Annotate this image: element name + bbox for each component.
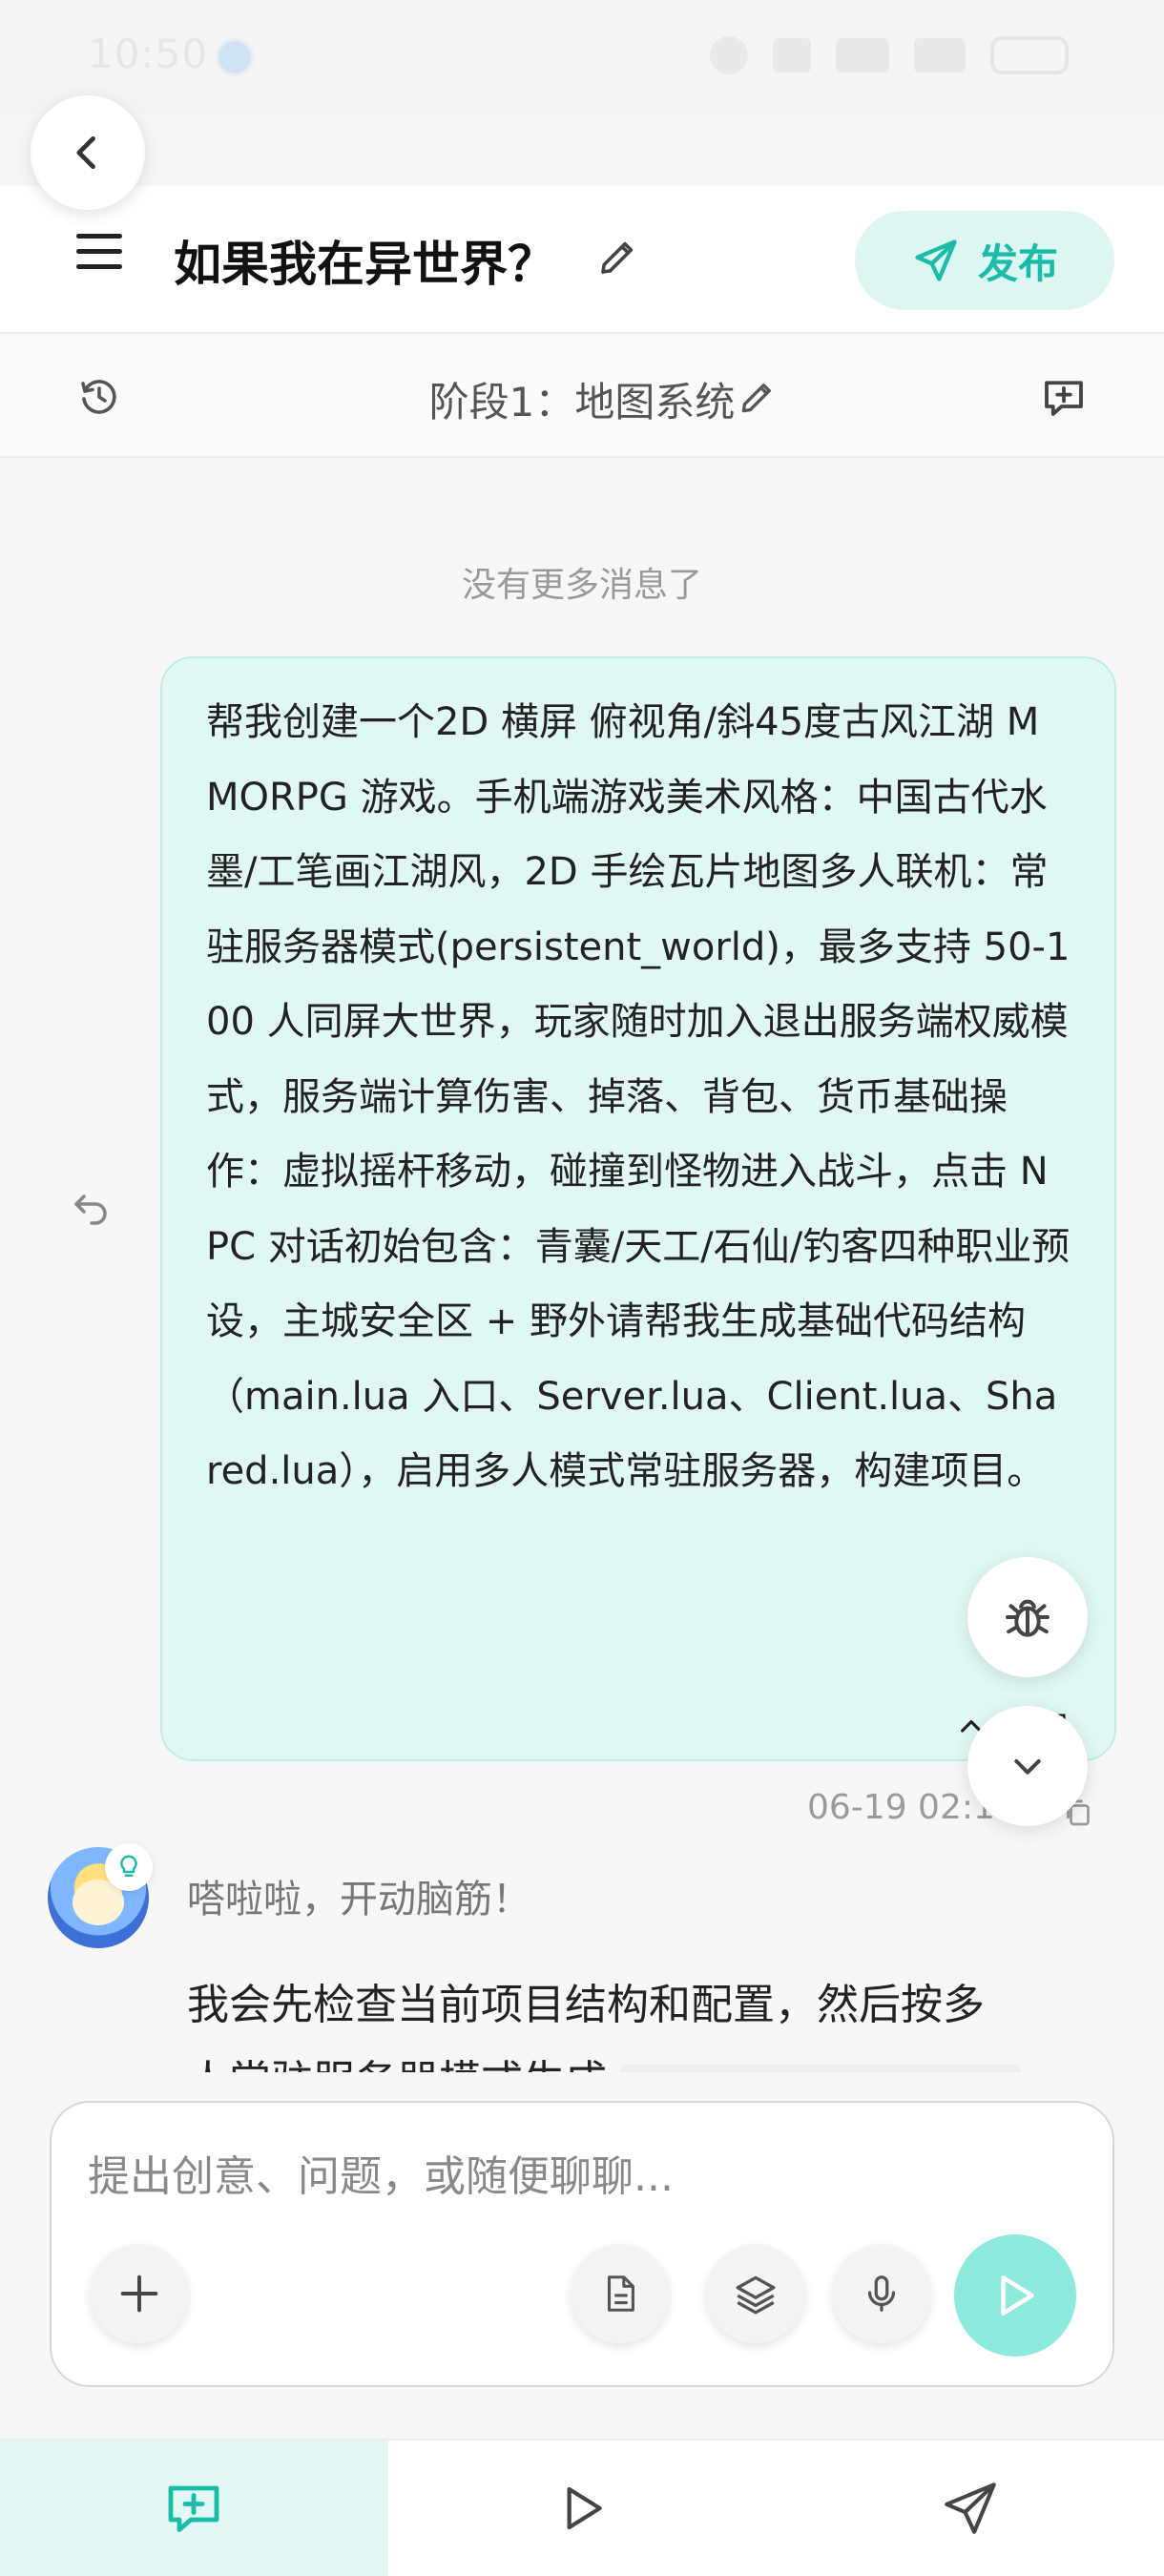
header: 如果我在异世界？ 发布 (0, 186, 1164, 334)
chevron-left-icon (76, 135, 95, 170)
page-title: 如果我在异世界？ (174, 237, 555, 292)
ai-reply-text: 我会先检查当前项目结构和配置，然后按多 人常驻服务器模式生成 (187, 1967, 1084, 2072)
file-button[interactable] (571, 2244, 670, 2343)
battery-icon (990, 36, 1069, 74)
bottom-nav (0, 2439, 1164, 2576)
bug-report-button[interactable] (967, 1557, 1088, 1677)
file-icon (607, 2275, 634, 2312)
ai-reply-line: 人常驻服务器模式生成 (187, 2057, 607, 2072)
user-message-text: 帮我创建一个2D 横屏 俯视角/斜45度古风江湖 MMORPG 游戏。手机端游戏… (206, 700, 1070, 1493)
menu-icon[interactable] (76, 234, 122, 280)
ai-reply-line-wrap: 人常驻服务器模式生成 (187, 2044, 1084, 2072)
nav-publish-tab[interactable] (776, 2441, 1164, 2576)
pencil-icon[interactable] (737, 376, 779, 418)
no-more-messages: 没有更多消息了 (461, 566, 702, 605)
bug-icon (1006, 1599, 1050, 1637)
status-bar: 10:50 (0, 0, 1164, 114)
chat-plus-icon[interactable] (1038, 372, 1090, 424)
status-icons (710, 36, 1069, 74)
ai-status-text: 嗒啦啦，开动脑筋！ (187, 1878, 530, 1922)
play-icon (1001, 2275, 1034, 2316)
layers-button[interactable] (706, 2244, 805, 2343)
ai-reply-line: 我会先检查当前项目结构和配置，然后按多 (187, 1981, 985, 2029)
publish-label: 发布 (977, 239, 1058, 287)
chevron-down-icon (1014, 1759, 1041, 1775)
send-button[interactable] (954, 2234, 1076, 2357)
message-input[interactable] (88, 2143, 1042, 2210)
paper-plane-icon (944, 2483, 996, 2534)
stage-bar: 阶段1：地图系统 (0, 334, 1164, 458)
undo-icon[interactable] (69, 1185, 114, 1231)
signal-icon (914, 38, 966, 73)
scroll-down-button[interactable] (967, 1706, 1088, 1826)
status-time: 10:50 (88, 31, 209, 77)
stage-title[interactable]: 阶段1：地图系统 (0, 370, 1164, 428)
message-timestamp: 06-19 02:1 (807, 1788, 995, 1827)
play-icon (567, 2486, 602, 2530)
back-button[interactable] (31, 95, 145, 210)
code-chip (620, 2065, 1021, 2072)
composer (50, 2101, 1114, 2387)
vibrate-icon (773, 38, 811, 73)
app-notification-icon (216, 38, 254, 76)
microphone-icon (867, 2275, 896, 2312)
layers-icon (736, 2275, 776, 2315)
lightbulb-icon (120, 1855, 137, 1877)
pencil-icon[interactable] (595, 234, 641, 280)
microphone-button[interactable] (832, 2244, 931, 2343)
alarm-icon (710, 36, 748, 74)
publish-button[interactable]: 发布 (855, 211, 1114, 310)
nav-chat-tab[interactable] (0, 2441, 388, 2576)
nav-run-tab[interactable] (388, 2441, 777, 2576)
wifi-icon (836, 38, 889, 73)
lightbulb-badge (105, 1843, 153, 1891)
add-button[interactable] (90, 2244, 189, 2343)
plus-icon (120, 2275, 158, 2313)
paper-plane-icon (915, 239, 957, 281)
chat-plus-icon (168, 2485, 219, 2532)
